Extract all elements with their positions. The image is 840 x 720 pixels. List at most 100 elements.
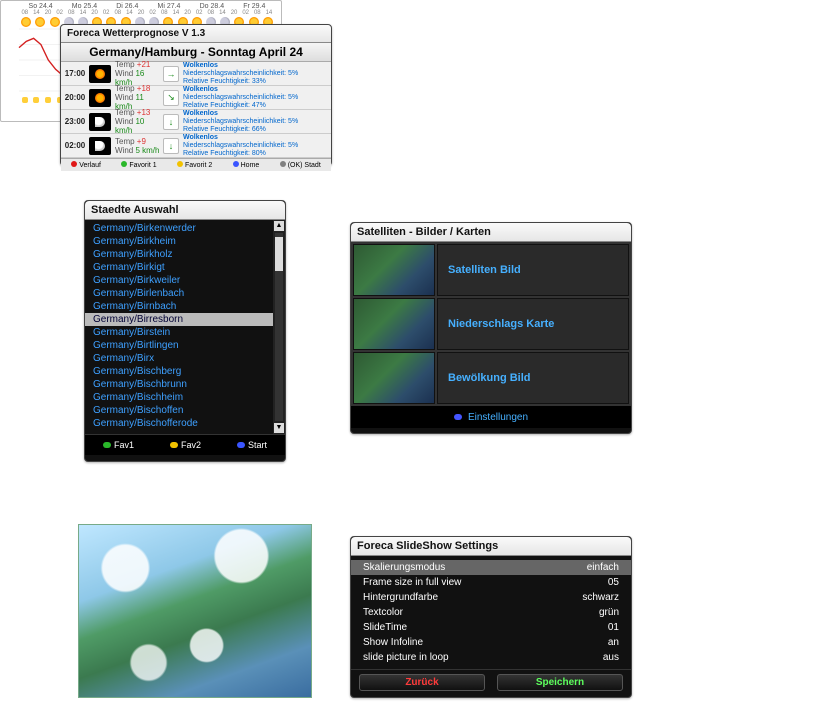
city-item[interactable]: Germany/Bischberg xyxy=(85,365,273,378)
settings-label: Hintergrundfarbe xyxy=(363,592,438,603)
forecast-desc: WolkenlosNiederschlagswahrscheinlichkeit… xyxy=(183,62,331,86)
temp-wind: Temp +9Wind 5 km/h xyxy=(111,137,163,155)
forecast-rows: 17:00Temp +21Wind 16 km/h→WolkenlosNiede… xyxy=(61,62,331,158)
city-item[interactable]: Germany/Birkenwerder xyxy=(85,222,273,235)
cities-scrollbar[interactable]: ▲ ▼ xyxy=(273,220,285,434)
wind-arrow-icon: ↘ xyxy=(163,90,179,106)
chart-hour: 20 xyxy=(45,10,52,16)
settings-value: aus xyxy=(603,652,619,663)
chart-hour: 02 xyxy=(56,10,63,16)
legend-item[interactable]: Favorit 2 xyxy=(177,161,212,169)
cities-footer-fav2[interactable]: Fav2 xyxy=(170,440,201,450)
city-item[interactable]: Germany/Bischoffen xyxy=(85,404,273,417)
legend-item[interactable]: Verlauf xyxy=(71,161,101,169)
sat-row-label[interactable]: Bewölkung Bild xyxy=(437,352,629,404)
chart-hour: 14 xyxy=(266,10,273,16)
sat-thumb[interactable] xyxy=(353,244,435,296)
settings-row[interactable]: Frame size in full view05 xyxy=(351,575,631,590)
settings-row[interactable]: SlideTime01 xyxy=(351,620,631,635)
city-item[interactable]: Germany/Bischofferode xyxy=(85,417,273,430)
forecast-row: 17:00Temp +21Wind 16 km/h→WolkenlosNiede… xyxy=(61,62,331,86)
back-button[interactable]: Zurück xyxy=(359,674,485,691)
settings-body: SkalierungsmoduseinfachFrame size in ful… xyxy=(351,556,631,669)
chart-day: So 24.4 xyxy=(29,3,53,10)
cities-list-wrap: Germany/BirkenwerderGermany/BirkheimGerm… xyxy=(85,220,285,434)
chart-day: Mo 25.4 xyxy=(72,3,97,10)
city-item[interactable]: Germany/Bischbrunn xyxy=(85,378,273,391)
sat-thumb[interactable] xyxy=(353,352,435,404)
settings-label: Skalierungsmodus xyxy=(363,562,445,573)
settings-value: 05 xyxy=(608,577,619,588)
scroll-up-icon[interactable]: ▲ xyxy=(274,221,284,231)
city-item[interactable]: Germany/Birlenbach xyxy=(85,287,273,300)
sat-thumb[interactable] xyxy=(353,298,435,350)
chart-hour: 14 xyxy=(126,10,133,16)
city-item[interactable]: Germany/Birstein xyxy=(85,326,273,339)
europe-cloud-map xyxy=(78,524,312,698)
settings-label: slide picture in loop xyxy=(363,652,449,663)
legend-item[interactable]: Favorit 1 xyxy=(121,161,156,169)
settings-title: Foreca SlideShow Settings xyxy=(351,537,631,556)
weather-mini-icon xyxy=(45,97,51,103)
sat-row-label[interactable]: Niederschlags Karte xyxy=(437,298,629,350)
scroll-track[interactable] xyxy=(275,233,283,421)
settings-label: SlideTime xyxy=(363,622,407,633)
chart-hour: 20 xyxy=(91,10,98,16)
cities-footer-start[interactable]: Start xyxy=(237,440,267,450)
scroll-down-icon[interactable]: ▼ xyxy=(274,423,284,433)
chart-day-row: So 24.4Mo 25.4Di 26.4Mi 27.4Do 28.4Fr 29… xyxy=(1,1,281,10)
chart-hour: 14 xyxy=(219,10,226,16)
sun-icon xyxy=(89,89,111,107)
chart-day: Do 28.4 xyxy=(200,3,225,10)
settings-row[interactable]: slide picture in loop aus xyxy=(351,650,631,665)
city-item[interactable]: Germany/Birx xyxy=(85,352,273,365)
settings-value: schwarz xyxy=(582,592,619,603)
city-item[interactable]: Germany/Birkholz xyxy=(85,248,273,261)
settings-row[interactable]: Hintergrundfarbe schwarz xyxy=(351,590,631,605)
satellite-panel: Satelliten - Bilder / Karten Satelliten … xyxy=(350,222,632,434)
settings-panel: Foreca SlideShow Settings Skalierungsmod… xyxy=(350,536,632,698)
sat-row-label[interactable]: Satelliten Bild xyxy=(437,244,629,296)
chart-hour: 20 xyxy=(184,10,191,16)
cities-list: Germany/BirkenwerderGermany/BirkheimGerm… xyxy=(85,220,273,434)
city-item[interactable]: Germany/Birkigt xyxy=(85,261,273,274)
forecast-row: 20:00Temp +18Wind 11 km/h↘WolkenlosNiede… xyxy=(61,86,331,110)
chart-day: Di 26.4 xyxy=(116,3,138,10)
city-item[interactable]: Germany/Birkheim xyxy=(85,235,273,248)
forecast-time: 23:00 xyxy=(61,117,89,126)
forecast-row: 23:00Temp +13Wind 10 km/h↓WolkenlosNiede… xyxy=(61,110,331,134)
chart-hour: 20 xyxy=(138,10,145,16)
city-item[interactable]: Germany/Bischheim xyxy=(85,391,273,404)
chart-hour: 08 xyxy=(114,10,121,16)
settings-row[interactable]: Skalierungsmoduseinfach xyxy=(351,560,631,575)
legend-item[interactable]: (OK) Stadt xyxy=(280,161,321,169)
city-item[interactable]: Germany/Birnbach xyxy=(85,300,273,313)
legend-item[interactable]: Home xyxy=(233,161,260,169)
settings-bullet-icon xyxy=(454,414,462,420)
satellite-footer-label: Einstellungen xyxy=(468,412,528,423)
sun-icon xyxy=(89,65,111,83)
forecast-desc: WolkenlosNiederschlagswahrscheinlichkeit… xyxy=(183,110,331,134)
chart-hour: 14 xyxy=(173,10,180,16)
settings-label: Textcolor xyxy=(363,607,403,618)
cities-footer-fav1[interactable]: Fav1 xyxy=(103,440,134,450)
forecast-time: 02:00 xyxy=(61,141,89,150)
chart-day: Fr 29.4 xyxy=(243,3,265,10)
scroll-thumb[interactable] xyxy=(275,237,283,271)
settings-row[interactable]: Show Infolinean xyxy=(351,635,631,650)
save-button[interactable]: Speichern xyxy=(497,674,623,691)
chart-hour: 20 xyxy=(231,10,238,16)
chart-hour: 14 xyxy=(33,10,40,16)
moon-icon xyxy=(89,113,111,131)
city-item[interactable]: Germany/Birkweiler xyxy=(85,274,273,287)
wind-arrow-icon: ↓ xyxy=(163,138,179,154)
weather-mini-icon xyxy=(33,97,39,103)
forecast-app-title: Foreca Wetterprognose V 1.3 xyxy=(61,25,331,43)
city-item[interactable]: Germany/Birtlingen xyxy=(85,339,273,352)
chart-hour: 08 xyxy=(161,10,168,16)
settings-row[interactable]: Textcolorgrün xyxy=(351,605,631,620)
satellite-footer[interactable]: Einstellungen xyxy=(351,406,631,428)
settings-label: Show Infoline xyxy=(363,637,423,648)
chart-hour: 14 xyxy=(80,10,87,16)
city-item[interactable]: Germany/Birresborn xyxy=(85,313,273,326)
